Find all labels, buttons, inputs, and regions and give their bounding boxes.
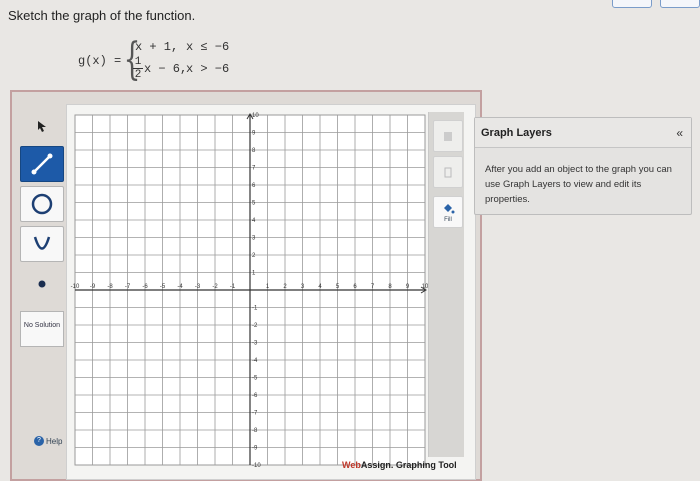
x-tick-label: -7 [125,284,131,290]
y-tick-label: -7 [252,411,258,417]
trash-icon [444,167,452,178]
pointer-icon [38,121,46,132]
top-button-left[interactable] [612,0,652,8]
piece2-fraction: 1 2 [133,56,143,81]
y-tick-label: -5 [252,376,258,382]
y-tick-label: -9 [252,446,258,452]
point-tool[interactable] [20,266,64,302]
piece2-condition: x > −6 [186,62,230,76]
x-tick-label: -9 [90,284,96,290]
x-tick-label: -1 [230,284,236,290]
y-tick-label: -6 [252,393,258,399]
brand-assign: Assign. [360,460,394,470]
graph-layers-panel: Graph Layers « After you add an object t… [474,117,692,215]
parabola-tool[interactable] [20,226,64,262]
circle-icon [31,193,53,215]
y-tick-label: 10 [252,113,259,119]
piecewise-function: g(x) = { x + 1, x ≤ −6 1 2 x − 6, x > −6 [78,38,238,90]
help-icon: ? [34,436,44,446]
brand-suffix: Graphing Tool [393,460,457,470]
fill-tool[interactable]: Fill [433,196,463,228]
coordinate-grid[interactable]: -10 -9 -8 -7 -6 -5 -4 -3 -2 -1 1 2 3 4 5 6 7 8 9 1010987654… [67,105,429,481]
y-tick-label: -4 [252,358,258,364]
parabola-icon [33,236,51,250]
no-solution-button[interactable]: No Solution [20,311,64,347]
instruction-text: Sketch the graph of the function. [8,8,196,23]
fraction-numerator: 1 [133,56,143,69]
graph-layers-title: Graph Layers [481,127,552,139]
left-toolbar: No Solution ? Help [14,106,64,466]
delete-tool[interactable] [433,120,463,152]
circle-tool[interactable] [20,186,64,222]
graph-layers-header[interactable]: Graph Layers « [475,118,691,148]
function-name: g(x) = [78,54,122,68]
piece1-expression: x + 1, [135,40,179,54]
x-tick-label: -2 [212,284,218,290]
webassign-brand: WebAssign. Graphing Tool [342,460,457,470]
piece1-condition: x ≤ −6 [186,40,230,54]
fill-label: Fill [444,217,452,223]
y-tick-label: -3 [252,341,258,347]
x-tick-label: -3 [195,284,201,290]
x-tick-label: -4 [177,284,183,290]
brand-web: Web [342,460,361,470]
x-tick-label: -8 [107,284,113,290]
right-toolbar: Fill [428,112,464,457]
line-tool[interactable] [20,146,64,182]
point-icon [38,280,46,288]
y-tick-label: -1 [252,306,258,312]
pointer-tool[interactable] [20,108,64,144]
piece2-expression: x − 6, [144,62,188,76]
graph-layers-description: After you add an object to the graph you… [485,164,672,205]
line-icon [31,153,53,175]
help-button[interactable]: ? Help [34,436,62,446]
y-tick-label: -2 [252,323,258,329]
x-tick-label: -10 [71,284,80,290]
trash-tool[interactable] [433,156,463,188]
delete-icon [444,132,452,141]
top-button-right[interactable] [660,0,700,8]
y-tick-label: -8 [252,428,258,434]
help-label: Help [46,436,63,446]
fraction-denominator: 2 [134,69,142,81]
x-tick-label: -5 [160,284,166,290]
fill-bucket-icon [444,204,455,214]
graph-panel: -10 -9 -8 -7 -6 -5 -4 -3 -2 -1 1 2 3 4 5 6 7 8 9 10 10 9 8 7 6 5 4… [66,104,476,480]
y-tick-label: -10 [252,463,261,469]
x-tick-label: -6 [142,284,148,290]
collapse-icon[interactable]: « [676,126,683,140]
